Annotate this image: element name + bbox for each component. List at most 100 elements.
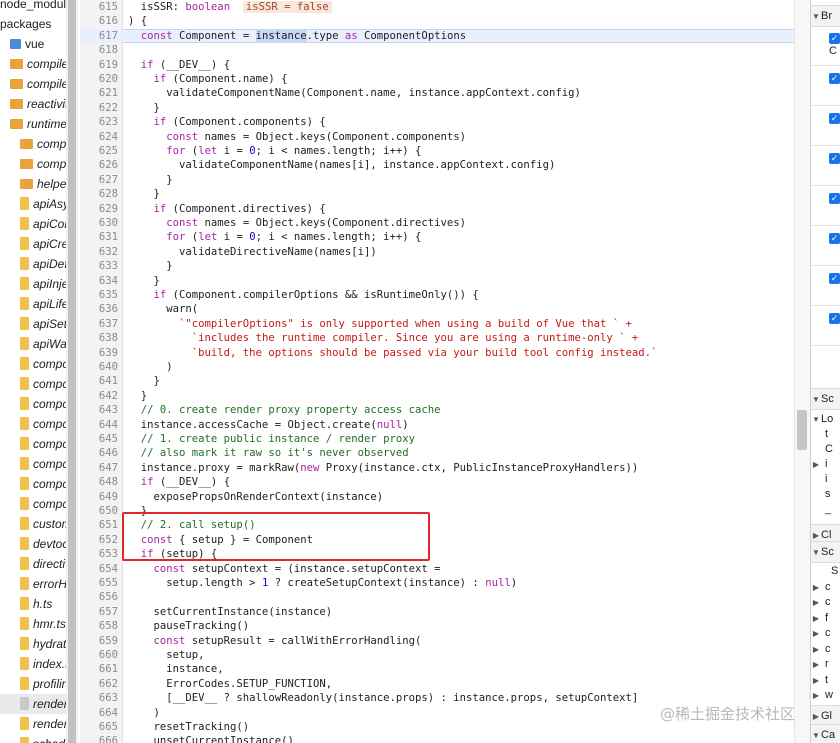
line-number[interactable]: 631 xyxy=(80,230,118,244)
code-editor[interactable]: 615 isSSR: boolean isSSR = false 616) {61… xyxy=(80,0,794,743)
debugger-sidebar[interactable]: ▼Br ✓ C ✓ ✓ ✓ ✓ ✓ ✓ ✓ ▼Sc ▼Lo t C ▶ i i s _ ▶ Cl ▼Sc S ▶ c ▶ c ▶ f ▶ c… xyxy=(810,0,840,743)
tree-item[interactable]: compon xyxy=(0,434,66,454)
code-line[interactable]: 624 const names = Object.keys(Component.… xyxy=(80,130,794,144)
code-line[interactable]: 621 validateComponentName(Component.name… xyxy=(80,86,794,100)
tree-item[interactable]: hmr.ts xyxy=(0,614,66,634)
script-section-header[interactable]: ▼Sc xyxy=(811,541,840,563)
line-number[interactable]: 642 xyxy=(80,389,118,403)
tree-item[interactable]: apiAsyn xyxy=(0,194,66,214)
tree-item[interactable]: compon xyxy=(0,374,66,394)
script-entry[interactable]: S xyxy=(811,563,840,579)
line-number[interactable]: 629 xyxy=(80,202,118,216)
scope-section-header[interactable]: ▼Sc xyxy=(811,388,840,410)
breakpoint-item[interactable]: ✓ xyxy=(811,147,840,186)
tree-item[interactable]: compon xyxy=(0,414,66,434)
code-line[interactable]: 625 for (let i = 0; i < names.length; i+… xyxy=(80,144,794,158)
code-line[interactable]: 649 exposePropsOnRenderContext(instance) xyxy=(80,490,794,504)
code-line[interactable]: 654 const setupContext = (instance.setup… xyxy=(80,562,794,576)
code-line[interactable]: 647 instance.proxy = markRaw(new Proxy(i… xyxy=(80,461,794,475)
code-line[interactable]: 634 } xyxy=(80,274,794,288)
line-number[interactable]: 664 xyxy=(80,706,118,720)
tree-item[interactable]: profiling xyxy=(0,674,66,694)
line-number[interactable]: 635 xyxy=(80,288,118,302)
line-number[interactable]: 628 xyxy=(80,187,118,201)
line-number[interactable]: 662 xyxy=(80,677,118,691)
code-line[interactable]: 628 } xyxy=(80,187,794,201)
line-number[interactable]: 660 xyxy=(80,648,118,662)
line-number[interactable]: 615 xyxy=(80,0,118,14)
tree-item[interactable]: compon xyxy=(0,154,66,174)
tree-item[interactable]: apiInjec xyxy=(0,274,66,294)
script-entry[interactable]: ▶ c xyxy=(811,625,840,641)
tree-item[interactable]: apiSetup xyxy=(0,314,66,334)
code-line[interactable]: 639 `build, the options should be passed… xyxy=(80,346,794,360)
code-line[interactable]: 656 xyxy=(80,590,794,604)
line-number[interactable]: 655 xyxy=(80,576,118,590)
tree-item[interactable]: reactivity/. xyxy=(0,94,66,114)
breakpoint-item[interactable]: ✓ xyxy=(811,307,840,346)
script-entry[interactable]: ▶ t xyxy=(811,672,840,688)
code-line[interactable]: 662 ErrorCodes.SETUP_FUNCTION, xyxy=(80,677,794,691)
breakpoint-checkbox[interactable]: ✓ xyxy=(829,33,840,44)
tree-item[interactable]: directive xyxy=(0,554,66,574)
code-line[interactable]: 651 // 2. call setup() xyxy=(80,518,794,532)
tree-item[interactable]: rendere xyxy=(0,714,66,734)
tree-item[interactable]: helpers xyxy=(0,174,66,194)
tree-item[interactable]: compon xyxy=(0,394,66,414)
code-line[interactable]: 640 ) xyxy=(80,360,794,374)
line-number[interactable]: 627 xyxy=(80,173,118,187)
code-line[interactable]: 617 const Component = instance.type as C… xyxy=(80,28,794,44)
code-line[interactable]: 642 } xyxy=(80,389,794,403)
line-number[interactable]: 657 xyxy=(80,605,118,619)
line-number[interactable]: 649 xyxy=(80,490,118,504)
breakpoint-item[interactable]: ✓ xyxy=(811,267,840,306)
code-line[interactable]: 633 } xyxy=(80,259,794,273)
code-line[interactable]: 661 instance, xyxy=(80,662,794,676)
expand-triangle-icon[interactable]: ▶ xyxy=(811,688,821,704)
scope-entry[interactable]: ▼Lo xyxy=(811,411,840,427)
code-line[interactable]: 619 if (__DEV__) { xyxy=(80,58,794,72)
code-line[interactable]: 629 if (Component.directives) { xyxy=(80,202,794,216)
scope-entry[interactable]: C xyxy=(811,441,840,457)
callstack-section-header[interactable]: ▼Ca xyxy=(811,724,840,743)
line-number[interactable]: 636 xyxy=(80,302,118,316)
code-line[interactable]: 632 validateDirectiveName(names[i]) xyxy=(80,245,794,259)
script-entry[interactable]: ▶ f xyxy=(811,610,840,626)
line-number[interactable]: 637 xyxy=(80,317,118,331)
code-line[interactable]: 627 } xyxy=(80,173,794,187)
file-navigator-scroll-thumb[interactable] xyxy=(68,0,76,743)
line-number[interactable]: 661 xyxy=(80,662,118,676)
tree-item[interactable]: apiCom xyxy=(0,214,66,234)
tree-item[interactable]: compiler-c xyxy=(0,54,66,74)
code-line[interactable]: 618 xyxy=(80,43,794,57)
line-number[interactable]: 646 xyxy=(80,446,118,460)
editor-scrollbar[interactable] xyxy=(794,0,811,743)
code-line[interactable]: 622 } xyxy=(80,101,794,115)
code-line[interactable]: 644 instance.accessCache = Object.create… xyxy=(80,418,794,432)
code-line[interactable]: 643 // 0. create render proxy property a… xyxy=(80,403,794,417)
code-line[interactable]: 638 `includes the runtime compiler. Sinc… xyxy=(80,331,794,345)
line-number[interactable]: 647 xyxy=(80,461,118,475)
breakpoint-checkbox[interactable]: ✓ xyxy=(829,273,840,284)
line-number[interactable]: 641 xyxy=(80,374,118,388)
scope-entry[interactable]: s xyxy=(811,486,840,502)
script-entry[interactable]: ▶ c xyxy=(811,641,840,657)
code-line[interactable]: 666 unsetCurrentInstance() xyxy=(80,734,794,743)
breakpoint-item[interactable]: ✓ xyxy=(811,227,840,266)
line-number[interactable]: 643 xyxy=(80,403,118,417)
tree-item[interactable]: runtime-co xyxy=(0,114,66,134)
tree-item[interactable]: devtools xyxy=(0,534,66,554)
line-number[interactable]: 648 xyxy=(80,475,118,489)
tree-item[interactable]: apiWatc xyxy=(0,334,66,354)
expand-triangle-icon[interactable]: ▼ xyxy=(811,726,821,743)
code-line[interactable]: 657 setCurrentInstance(instance) xyxy=(80,605,794,619)
expand-triangle-icon[interactable]: ▼ xyxy=(811,390,821,410)
tree-item[interactable]: apiCrea xyxy=(0,234,66,254)
line-number[interactable]: 619 xyxy=(80,58,118,72)
tree-item[interactable]: compiler-c xyxy=(0,74,66,94)
line-number[interactable]: 624 xyxy=(80,130,118,144)
script-entry[interactable]: ▶ c xyxy=(811,579,840,595)
code-line[interactable]: 636 warn( xyxy=(80,302,794,316)
code-line[interactable]: 637 `"compilerOptions" is only supported… xyxy=(80,317,794,331)
tree-item[interactable]: compon xyxy=(0,474,66,494)
